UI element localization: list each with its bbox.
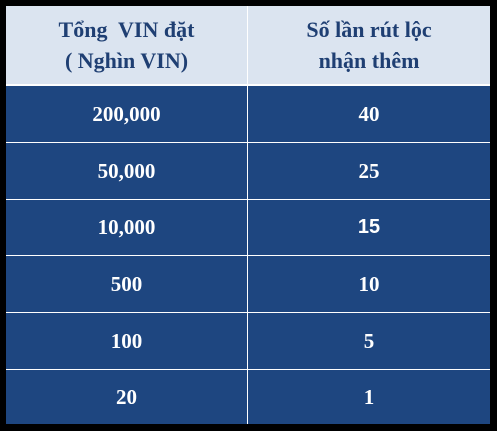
table-cell-total-vin: 10,000: [6, 200, 248, 256]
table-cell-draws: 5: [248, 313, 490, 370]
header-total-vin-line1: Tổng VIN đặt: [58, 17, 195, 42]
header-draws: Số lần rút lộc nhận thêm: [248, 6, 490, 86]
reward-table: Tổng VIN đặt ( Nghìn VIN) Số lần rút lộc…: [6, 6, 490, 424]
table-cell-total-vin: 500: [6, 256, 248, 313]
table-cell-draws: 1: [248, 370, 490, 424]
table-cell-draws: 15: [248, 200, 490, 256]
table-cell-total-vin: 20: [6, 370, 248, 424]
table-cell-draws: 25: [248, 143, 490, 200]
table-cell-total-vin: 200,000: [6, 86, 248, 143]
header-total-vin-line2: ( Nghìn VIN): [64, 48, 189, 73]
table-cell-total-vin: 50,000: [6, 143, 248, 200]
table-cell-total-vin: 100: [6, 313, 248, 370]
table-cell-draws: 10: [248, 256, 490, 313]
header-draws-line1: Số lần rút lộc: [306, 17, 432, 42]
table-cell-draws: 40: [248, 86, 490, 143]
header-total-vin: Tổng VIN đặt ( Nghìn VIN): [6, 6, 248, 86]
header-draws-line2: nhận thêm: [318, 48, 420, 73]
